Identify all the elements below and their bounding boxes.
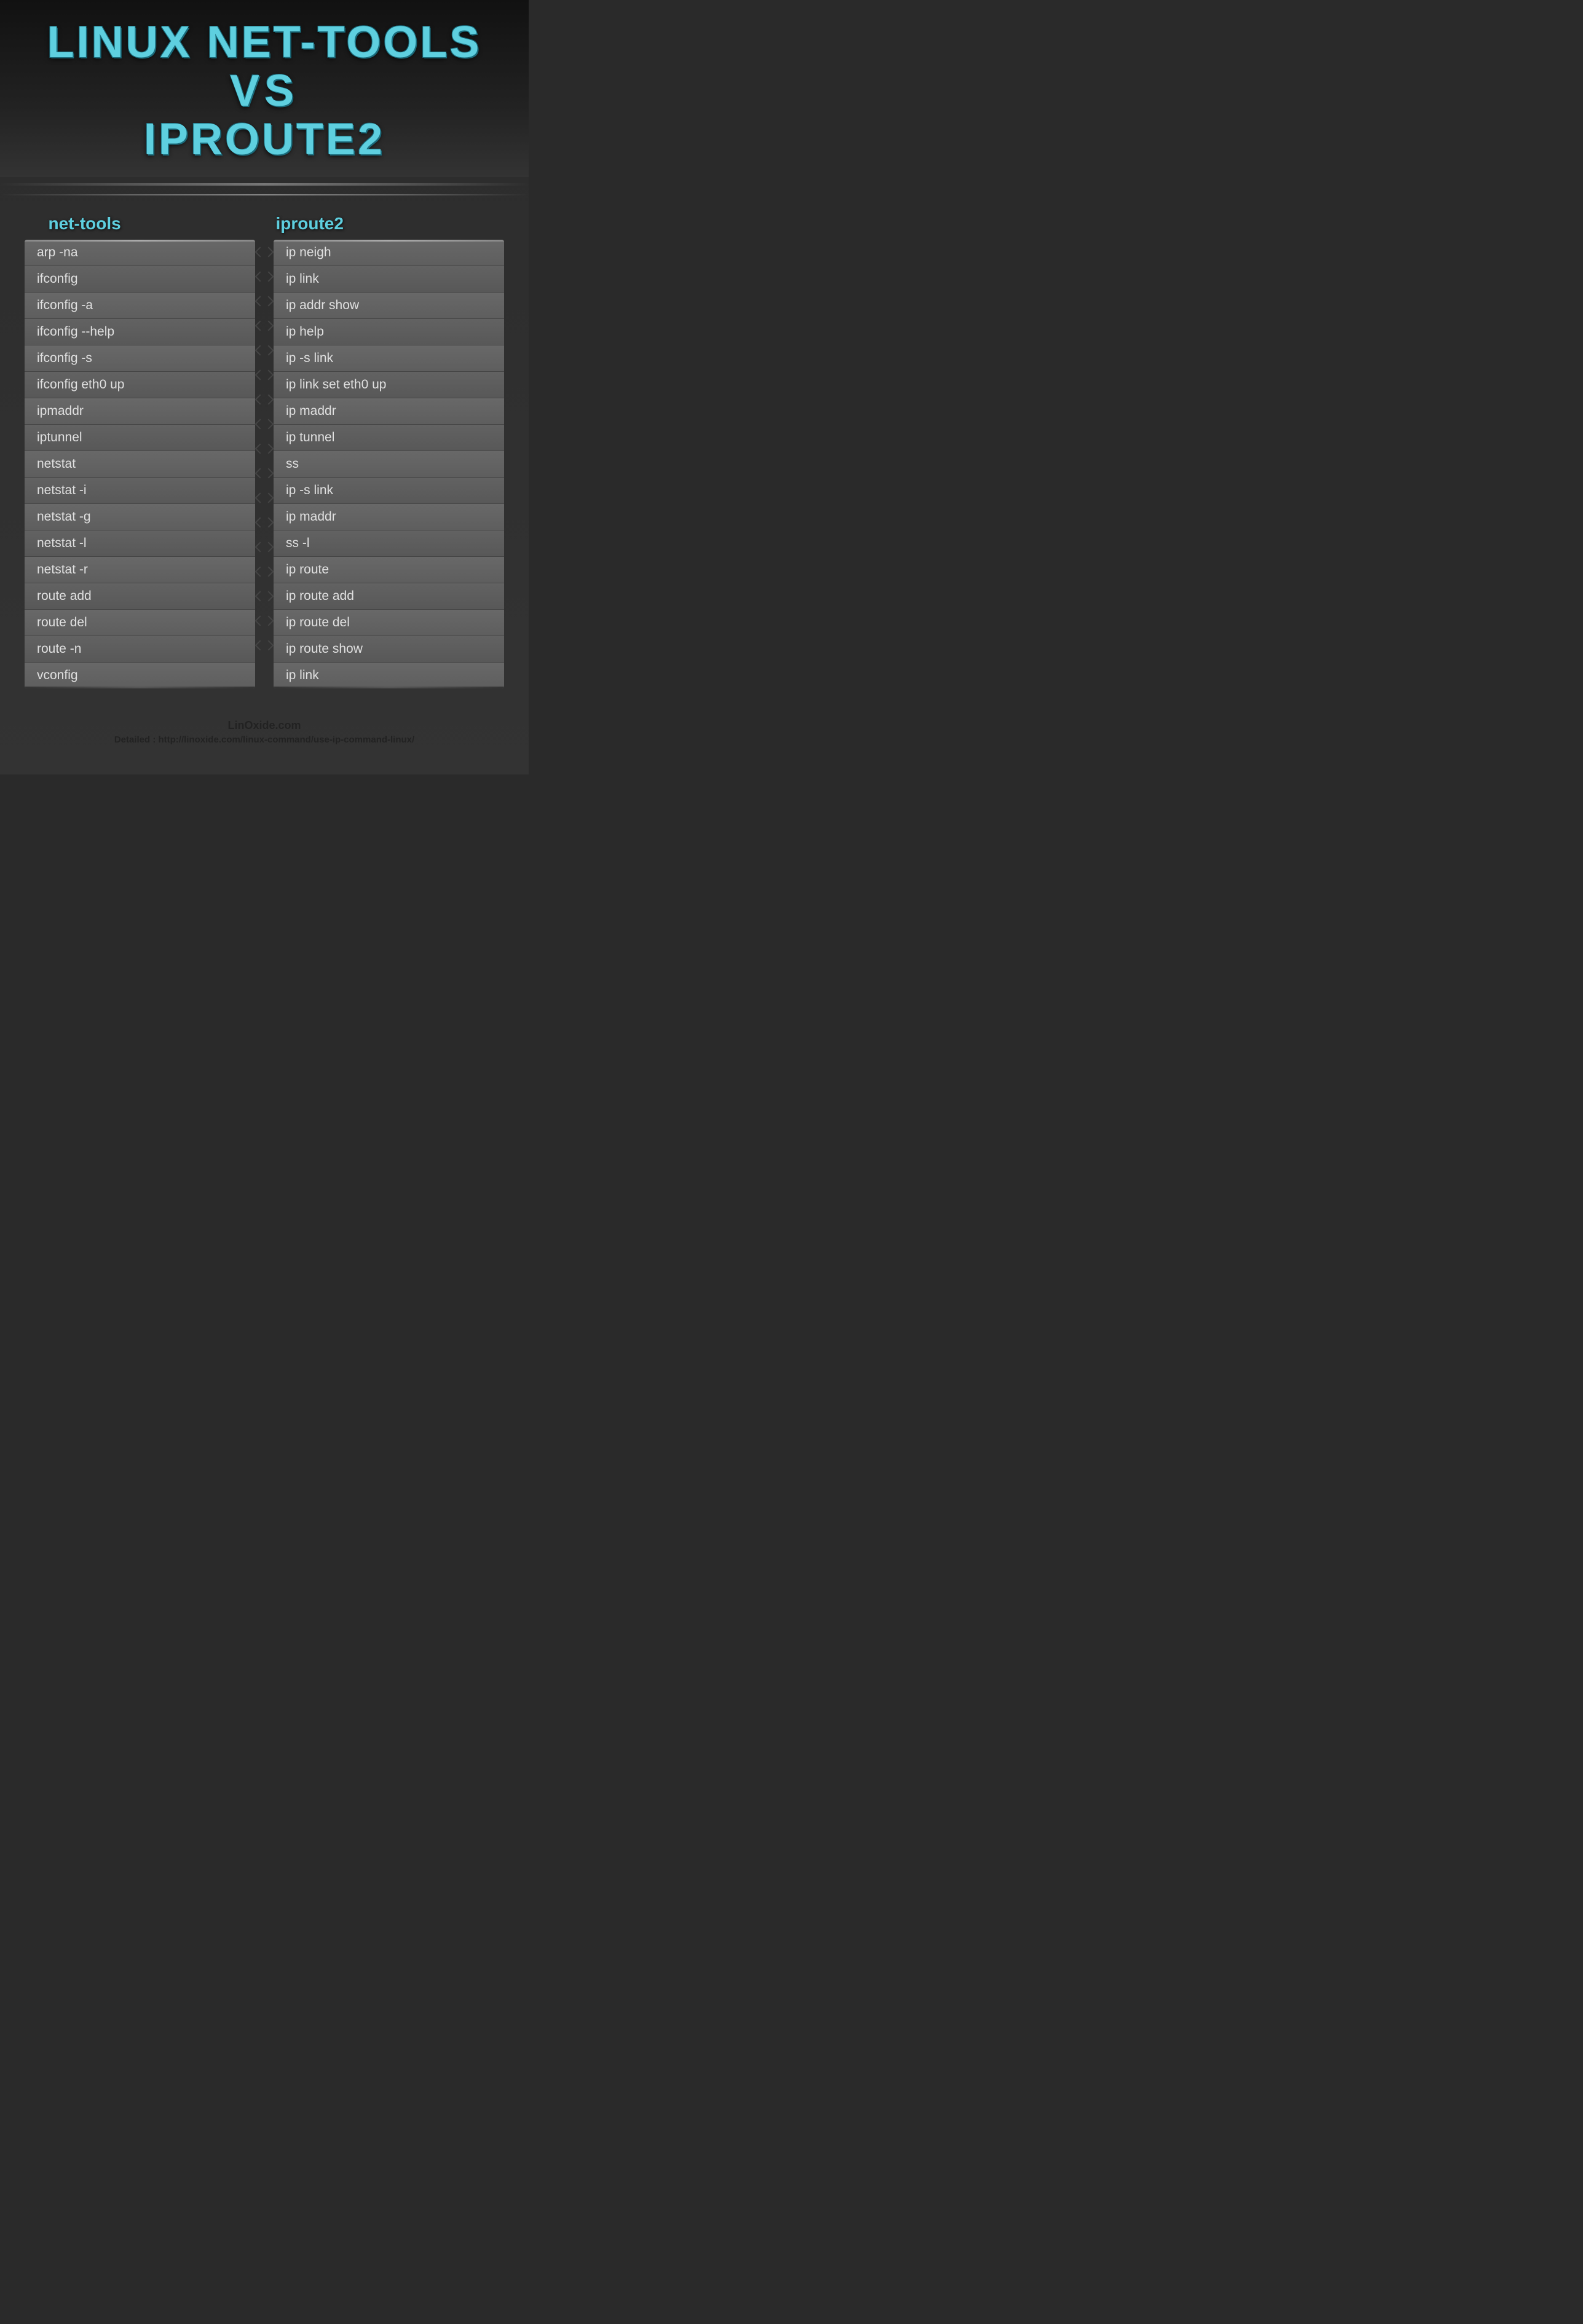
table-row: ip -s link <box>274 478 504 504</box>
chevron-right-icon <box>264 246 274 257</box>
table-row: netstat -r <box>25 557 255 583</box>
chevron-pair <box>255 609 274 633</box>
right-panel-wrap: ip neighip linkip addr showip helpip -s … <box>264 240 504 688</box>
chevron-right-icon <box>264 394 274 404</box>
table-row: ifconfig -s <box>25 345 255 372</box>
table-row: ip route <box>274 557 504 583</box>
chevron-right-icon <box>264 369 274 380</box>
title-line2: VS <box>12 67 516 116</box>
left-column-header: net-tools <box>49 214 253 234</box>
chevron-pair <box>255 264 274 289</box>
center-divider <box>255 240 274 658</box>
content-area: net-tools iproute2 arp -naifconfigifconf… <box>0 202 529 707</box>
table-row: netstat -i <box>25 478 255 504</box>
table-row: ip route add <box>274 583 504 610</box>
table-row: ip link set eth0 up <box>274 372 504 398</box>
chevron-pair <box>255 559 274 584</box>
chevron-right-icon <box>264 296 274 306</box>
table-row: ip maddr <box>274 398 504 425</box>
footer-site: LinOxide.com <box>12 719 516 732</box>
table-row: ip maddr <box>274 504 504 530</box>
table-row: ip -s link <box>274 345 504 372</box>
chevron-right-icon <box>264 443 274 454</box>
chevron-pair <box>255 289 274 313</box>
chevron-right-icon <box>264 566 274 577</box>
table-row: netstat -l <box>25 530 255 557</box>
table-row: ifconfig <box>25 266 255 293</box>
left-panel: arp -naifconfigifconfig -aifconfig --hel… <box>25 240 255 688</box>
chevron-pair <box>255 584 274 609</box>
chevron-right-icon <box>264 615 274 626</box>
table-row: netstat -g <box>25 504 255 530</box>
chevron-right-icon <box>264 591 274 601</box>
table-row: ss <box>274 451 504 478</box>
chevron-right-icon <box>264 542 274 552</box>
footer-link: Detailed : http://linoxide.com/linux-com… <box>12 735 516 745</box>
table-row: ss -l <box>274 530 504 557</box>
table-row: ip route show <box>274 636 504 663</box>
header-divider2 <box>0 194 529 195</box>
table-row: ip neigh <box>274 240 504 266</box>
panels-wrapper: arp -naifconfigifconfig -aifconfig --hel… <box>25 240 504 688</box>
column-headers: net-tools iproute2 <box>25 214 504 234</box>
chevron-right-icon <box>264 492 274 503</box>
chevron-pair <box>255 313 274 338</box>
right-column-header: iproute2 <box>276 214 481 234</box>
table-row: ifconfig --help <box>25 319 255 345</box>
right-panel: ip neighip linkip addr showip helpip -s … <box>274 240 504 688</box>
left-panel-wrap: arp -naifconfigifconfig -aifconfig --hel… <box>25 240 264 688</box>
table-row: ip route del <box>274 610 504 636</box>
chevron-pair <box>255 387 274 412</box>
header-divider <box>0 183 529 186</box>
table-row: ip tunnel <box>274 425 504 451</box>
chevron-pair <box>255 461 274 486</box>
chevron-pair <box>255 510 274 535</box>
chevron-pair <box>255 486 274 510</box>
table-row: iptunnel <box>25 425 255 451</box>
chevron-pair <box>255 338 274 363</box>
chevron-right-icon <box>264 640 274 650</box>
table-row: ip addr show <box>274 293 504 319</box>
table-row: route add <box>25 583 255 610</box>
table-row: ipmaddr <box>25 398 255 425</box>
table-row: ip help <box>274 319 504 345</box>
chevron-pair <box>255 436 274 461</box>
chevron-pair <box>255 240 274 264</box>
table-row: vconfig <box>25 663 255 688</box>
chevron-pair <box>255 412 274 436</box>
chevron-right-icon <box>264 419 274 429</box>
chevron-right-icon <box>264 320 274 331</box>
title-line1: LINUX NET-TOOLS <box>12 18 516 67</box>
header: LINUX NET-TOOLS VS IPROUTE2 <box>0 0 529 177</box>
table-row: arp -na <box>25 240 255 266</box>
table-row: ifconfig eth0 up <box>25 372 255 398</box>
table-row: route del <box>25 610 255 636</box>
title-line3: IPROUTE2 <box>12 116 516 164</box>
footer: LinOxide.com Detailed : http://linoxide.… <box>0 707 529 757</box>
chevron-right-icon <box>264 517 274 527</box>
table-row: ip link <box>274 266 504 293</box>
chevron-right-icon <box>264 468 274 478</box>
table-row: route -n <box>25 636 255 663</box>
chevron-right-icon <box>264 271 274 282</box>
chevron-pair <box>255 633 274 658</box>
chevron-right-icon <box>264 345 274 355</box>
chevron-pair <box>255 535 274 559</box>
table-row: netstat <box>25 451 255 478</box>
chevron-pair <box>255 363 274 387</box>
table-row: ifconfig -a <box>25 293 255 319</box>
table-row: ip link <box>274 663 504 688</box>
page: LINUX NET-TOOLS VS IPROUTE2 net-tools ip… <box>0 0 529 774</box>
